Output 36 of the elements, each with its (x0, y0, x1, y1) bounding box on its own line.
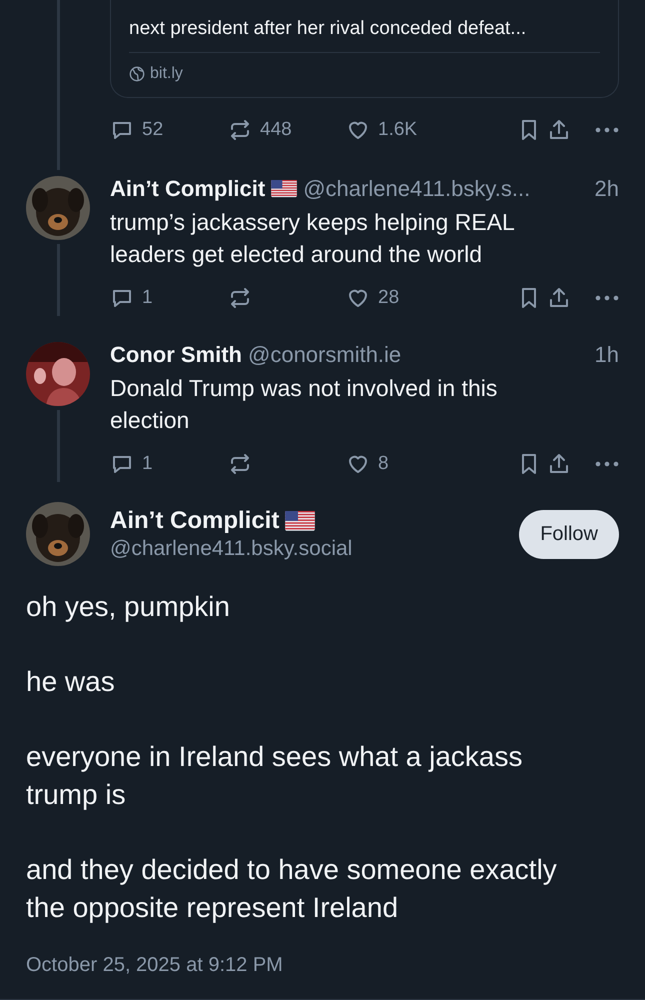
like-count: 28 (378, 287, 400, 309)
link-description: next president after her rival conceded defeat... (129, 16, 600, 53)
post-timestamp: October 25, 2025 at 9:12 PM (26, 954, 284, 977)
share-icon[interactable] (547, 452, 571, 476)
author-name[interactable]: Ain’t Complicit (110, 507, 280, 535)
author-name[interactable]: Ain’t Complicit (110, 176, 266, 202)
author-handle[interactable]: @charlene411.bsky.s... (303, 176, 589, 202)
share-icon[interactable] (547, 118, 571, 142)
post-paragraph: he was (26, 665, 116, 699)
repost-icon[interactable] (228, 118, 252, 142)
follow-button[interactable]: Follow (519, 510, 619, 558)
more-icon[interactable] (595, 461, 619, 467)
post-time: 2h (594, 176, 619, 202)
reply-count: 1 (142, 453, 153, 475)
post-paragraph: and they decided to have someone exactly the opposite represent Ireland (26, 853, 558, 925)
post-paragraph: everyone in Ireland sees what a jackass trump is (26, 740, 524, 812)
like-count: 8 (378, 453, 389, 475)
post-text: trump’s jackassery keeps helping REAL leaders get elected around the world (110, 208, 515, 269)
author-handle[interactable]: @conorsmith.ie (248, 342, 589, 368)
post-time: 1h (594, 342, 619, 368)
link-card[interactable]: next president after her rival conceded defeat... bit.ly (110, 0, 619, 98)
more-icon[interactable] (595, 127, 619, 133)
like-count: 1.6K (378, 119, 418, 141)
reply-count: 1 (142, 287, 153, 309)
post-text: Donald Trump was not involved in this election (110, 374, 498, 435)
author-name[interactable]: Conor Smith (110, 342, 242, 368)
repost-icon[interactable] (228, 452, 252, 476)
reply-count: 52 (142, 119, 164, 141)
post-paragraph: oh yes, pumpkin (26, 590, 231, 624)
repost-icon[interactable] (228, 286, 252, 310)
author-handle[interactable]: @charlene411.bsky.social (110, 537, 500, 561)
share-icon[interactable] (547, 286, 571, 310)
link-domain: bit.ly (150, 65, 183, 83)
repost-count: 448 (260, 119, 292, 141)
more-icon[interactable] (595, 295, 619, 301)
globe-icon (129, 66, 145, 82)
